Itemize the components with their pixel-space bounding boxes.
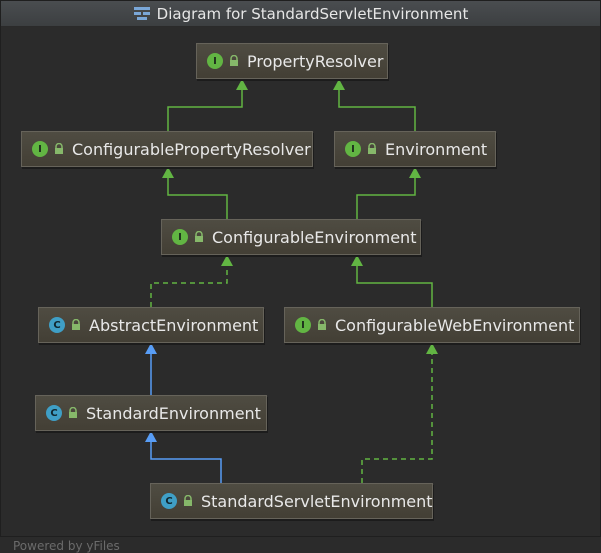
node-label: ConfigurableWebEnvironment (335, 315, 575, 335)
arrowhead (145, 431, 157, 442)
edge-standard-servlet-environment-to-configurable-web-environment (361, 343, 438, 483)
edge-configurable-environment-to-configurable-property-resolver (162, 167, 228, 219)
powered-by-watermark: Powered by yFiles (13, 539, 120, 553)
interface-icon: I (207, 53, 223, 69)
node-standard-servlet-environment[interactable]: C StandardServletEnvironment (150, 483, 433, 519)
arrowhead (221, 255, 233, 266)
lock-icon (195, 231, 203, 242)
arrowhead (236, 79, 248, 90)
node-label: StandardServletEnvironment (201, 491, 433, 511)
node-environment[interactable]: I Environment (334, 131, 496, 167)
interface-icon: I (32, 141, 48, 157)
node-label: ConfigurablePropertyResolver (72, 139, 311, 159)
node-label: ConfigurableEnvironment (212, 227, 417, 247)
title-bar[interactable]: Diagram for StandardServletEnvironment (1, 1, 600, 27)
lock-icon (230, 55, 238, 66)
edge-configurable-property-resolver-to-property-resolver (167, 79, 248, 131)
lock-icon (69, 407, 77, 418)
edge-configurable-environment-to-environment (356, 167, 421, 219)
node-abstract-environment[interactable]: C AbstractEnvironment (38, 307, 264, 343)
node-label: AbstractEnvironment (89, 315, 259, 335)
arrowhead (333, 79, 345, 90)
lock-icon (55, 143, 63, 154)
lock-icon (72, 319, 80, 330)
node-configurable-web-environment[interactable]: I ConfigurableWebEnvironment (284, 307, 580, 343)
edge-standard-environment-to-abstract-environment (145, 343, 157, 395)
edge-configurable-web-environment-to-configurable-environment (351, 255, 433, 307)
edge-standard-servlet-environment-to-standard-environment (145, 431, 222, 483)
arrowhead (162, 167, 174, 178)
node-configurable-environment[interactable]: I ConfigurableEnvironment (161, 219, 421, 255)
arrowhead (426, 343, 438, 354)
edge-abstract-environment-to-configurable-environment (150, 255, 233, 307)
node-label: StandardEnvironment (86, 403, 261, 423)
node-configurable-property-resolver[interactable]: I ConfigurablePropertyResolver (21, 131, 313, 167)
edges-layer (145, 79, 438, 483)
class-icon: C (161, 493, 177, 509)
node-property-resolver[interactable]: I PropertyResolver (196, 43, 388, 79)
interface-icon: I (172, 229, 188, 245)
arrowhead (145, 343, 157, 354)
interface-icon: I (345, 141, 361, 157)
diagram-window: Diagram for StandardServletEnvironment I… (0, 0, 601, 553)
interface-icon: I (295, 317, 311, 333)
lock-icon (318, 319, 326, 330)
node-standard-environment[interactable]: C StandardEnvironment (35, 395, 267, 431)
node-label: Environment (385, 139, 488, 159)
diagram-canvas[interactable]: I PropertyResolver I ConfigurablePropert… (1, 27, 600, 553)
lock-icon (184, 495, 192, 506)
node-label: PropertyResolver (247, 51, 384, 71)
arrowhead (351, 255, 363, 266)
arrowhead (409, 167, 421, 178)
class-icon: C (46, 405, 62, 421)
diagram-icon (133, 6, 150, 20)
lock-icon (368, 143, 376, 154)
class-icon: C (49, 317, 65, 333)
window-title: Diagram for StandardServletEnvironment (156, 4, 469, 23)
edge-environment-to-property-resolver (333, 79, 416, 131)
